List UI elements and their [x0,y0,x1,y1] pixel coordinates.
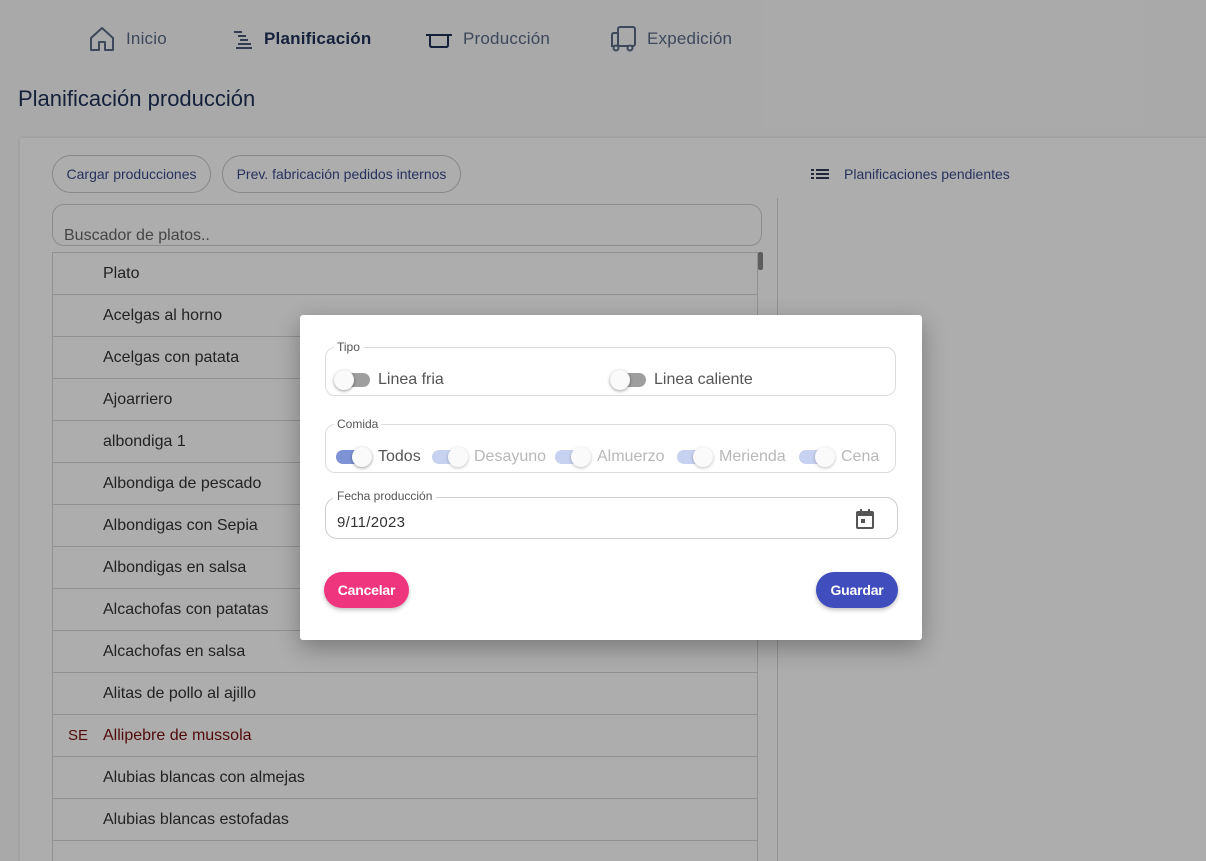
toggle-cena[interactable]: Cena [799,447,880,467]
toggle-almuerzo[interactable]: Almuerzo [555,447,665,467]
toggle-knob [693,447,713,467]
toggle-track [677,447,713,467]
production-date-label: Fecha producción [333,489,437,503]
toggle-todos[interactable]: Todos [336,447,421,467]
toggle-track [799,447,835,467]
toggle-knob [610,370,630,390]
cancel-button[interactable]: Cancelar [324,572,409,608]
toggle-label: Merienda [719,448,786,465]
toggle-linea-caliente[interactable]: Linea caliente [610,370,753,390]
toggle-track [610,370,646,390]
tipo-legend: Tipo [337,340,360,354]
toggle-label: Linea fria [378,371,444,388]
toggle-track [432,447,468,467]
toggle-knob [334,370,354,390]
toggle-knob [448,447,468,467]
save-button[interactable]: Guardar [816,572,898,608]
toggle-label: Desayuno [474,448,547,465]
toggle-knob [815,447,835,467]
production-date-field[interactable]: Fecha producción 9/11/2023 [325,489,898,539]
toggle-label: Cena [841,448,880,465]
toggle-label: Linea caliente [654,371,753,388]
comida-group: Comida Todos Desayuno Almuerzo Merienda … [325,417,896,473]
toggle-track [334,370,370,390]
toggle-knob [352,447,372,467]
production-plan-dialog: Tipo Linea fria Linea caliente Comida To… [300,315,922,640]
toggle-desayuno[interactable]: Desayuno [432,447,547,467]
toggle-track [555,447,591,467]
toggle-merienda[interactable]: Merienda [677,447,786,467]
tipo-group: Tipo Linea fria Linea caliente [325,340,896,396]
comida-legend: Comida [337,417,379,431]
toggle-knob [571,447,591,467]
toggle-linea-fria[interactable]: Linea fria [334,370,444,390]
production-date-value[interactable]: 9/11/2023 [337,514,405,531]
toggle-label: Todos [378,448,421,465]
toggle-label: Almuerzo [597,448,665,465]
calendar-icon[interactable] [855,508,875,530]
toggle-track [336,447,372,467]
